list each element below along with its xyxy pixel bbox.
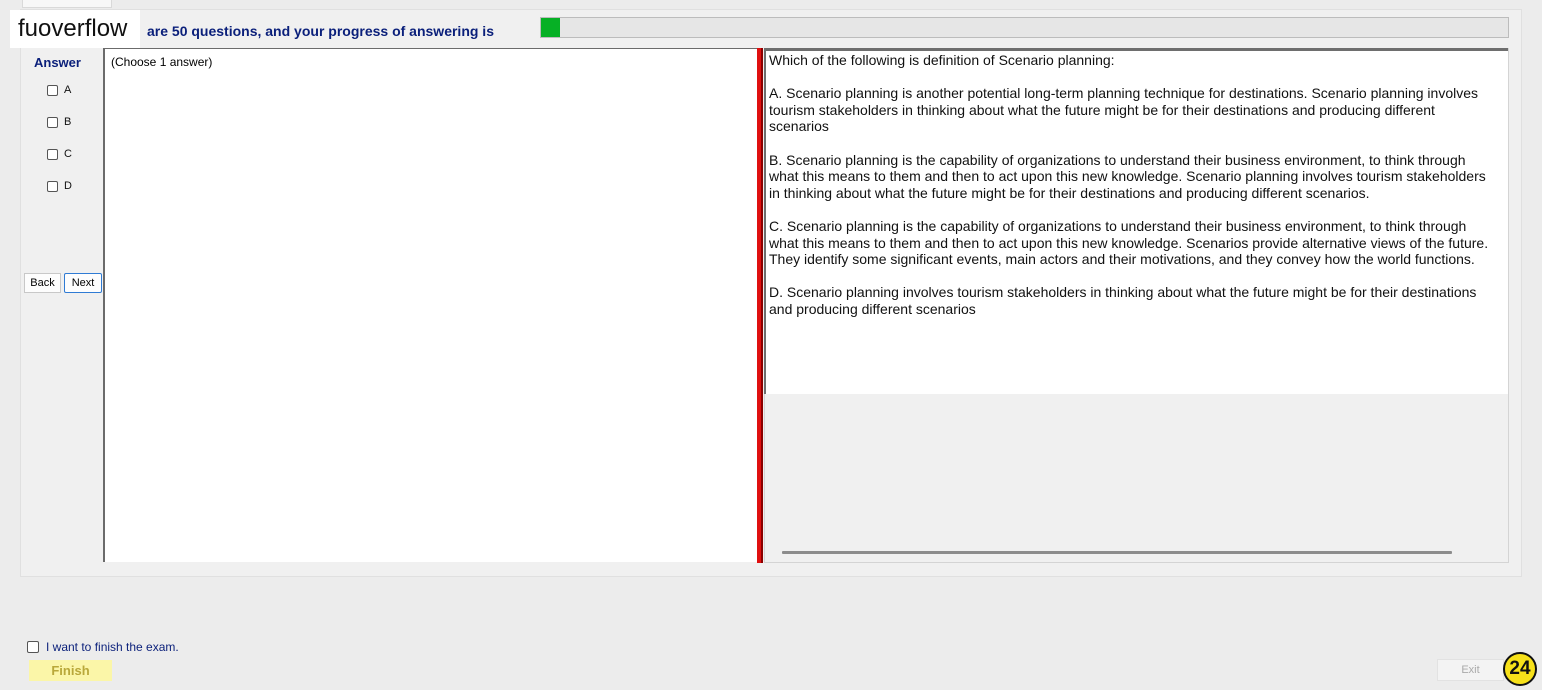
next-button[interactable]: Next xyxy=(64,273,102,293)
answer-heading: Answer xyxy=(34,55,81,70)
choice-b-text: B. Scenario planning is the capability o… xyxy=(769,151,1486,201)
option-label: D xyxy=(64,180,72,192)
horizontal-scrollbar[interactable] xyxy=(782,551,1452,554)
checkbox-box[interactable] xyxy=(47,148,58,160)
checkbox-box[interactable] xyxy=(47,180,58,192)
progress-bar-fill xyxy=(541,18,561,37)
option-label: A xyxy=(64,84,72,96)
exit-button[interactable]: Exit xyxy=(1437,659,1504,681)
option-label: B xyxy=(64,116,72,128)
option-b-checkbox[interactable]: B xyxy=(47,114,71,130)
option-label: C xyxy=(64,148,72,160)
question-stem: Which of the following is definition of … xyxy=(769,52,1115,68)
checkbox-box[interactable] xyxy=(27,641,39,653)
top-tab xyxy=(22,0,112,8)
panel-splitter[interactable] xyxy=(757,48,763,563)
checkbox-box[interactable] xyxy=(47,116,58,128)
finish-exam-checkbox[interactable]: I want to finish the exam. xyxy=(27,640,179,654)
answer-panel xyxy=(103,48,757,562)
progress-label: are 50 questions, and your progress of a… xyxy=(147,23,494,39)
finish-button[interactable]: Finish xyxy=(29,660,112,681)
option-a-checkbox[interactable]: A xyxy=(47,82,71,98)
choice-d-text: D. Scenario planning involves tourism st… xyxy=(769,284,1477,317)
choice-a-text: A. Scenario planning is another potentia… xyxy=(769,85,1479,135)
choose-hint: (Choose 1 answer) xyxy=(111,55,213,69)
progress-bar xyxy=(540,17,1509,38)
option-d-checkbox[interactable]: D xyxy=(47,178,72,194)
option-c-checkbox[interactable]: C xyxy=(47,146,72,162)
watermark: fuoverflow xyxy=(10,10,140,48)
checkbox-box[interactable] xyxy=(47,84,58,96)
back-button[interactable]: Back xyxy=(24,273,61,293)
question-content: Which of the following is definition of … xyxy=(769,52,1494,334)
choice-c-text: C. Scenario planning is the capability o… xyxy=(769,217,1489,268)
page-number-badge: 24 xyxy=(1503,652,1537,686)
finish-exam-label: I want to finish the exam. xyxy=(46,640,179,654)
